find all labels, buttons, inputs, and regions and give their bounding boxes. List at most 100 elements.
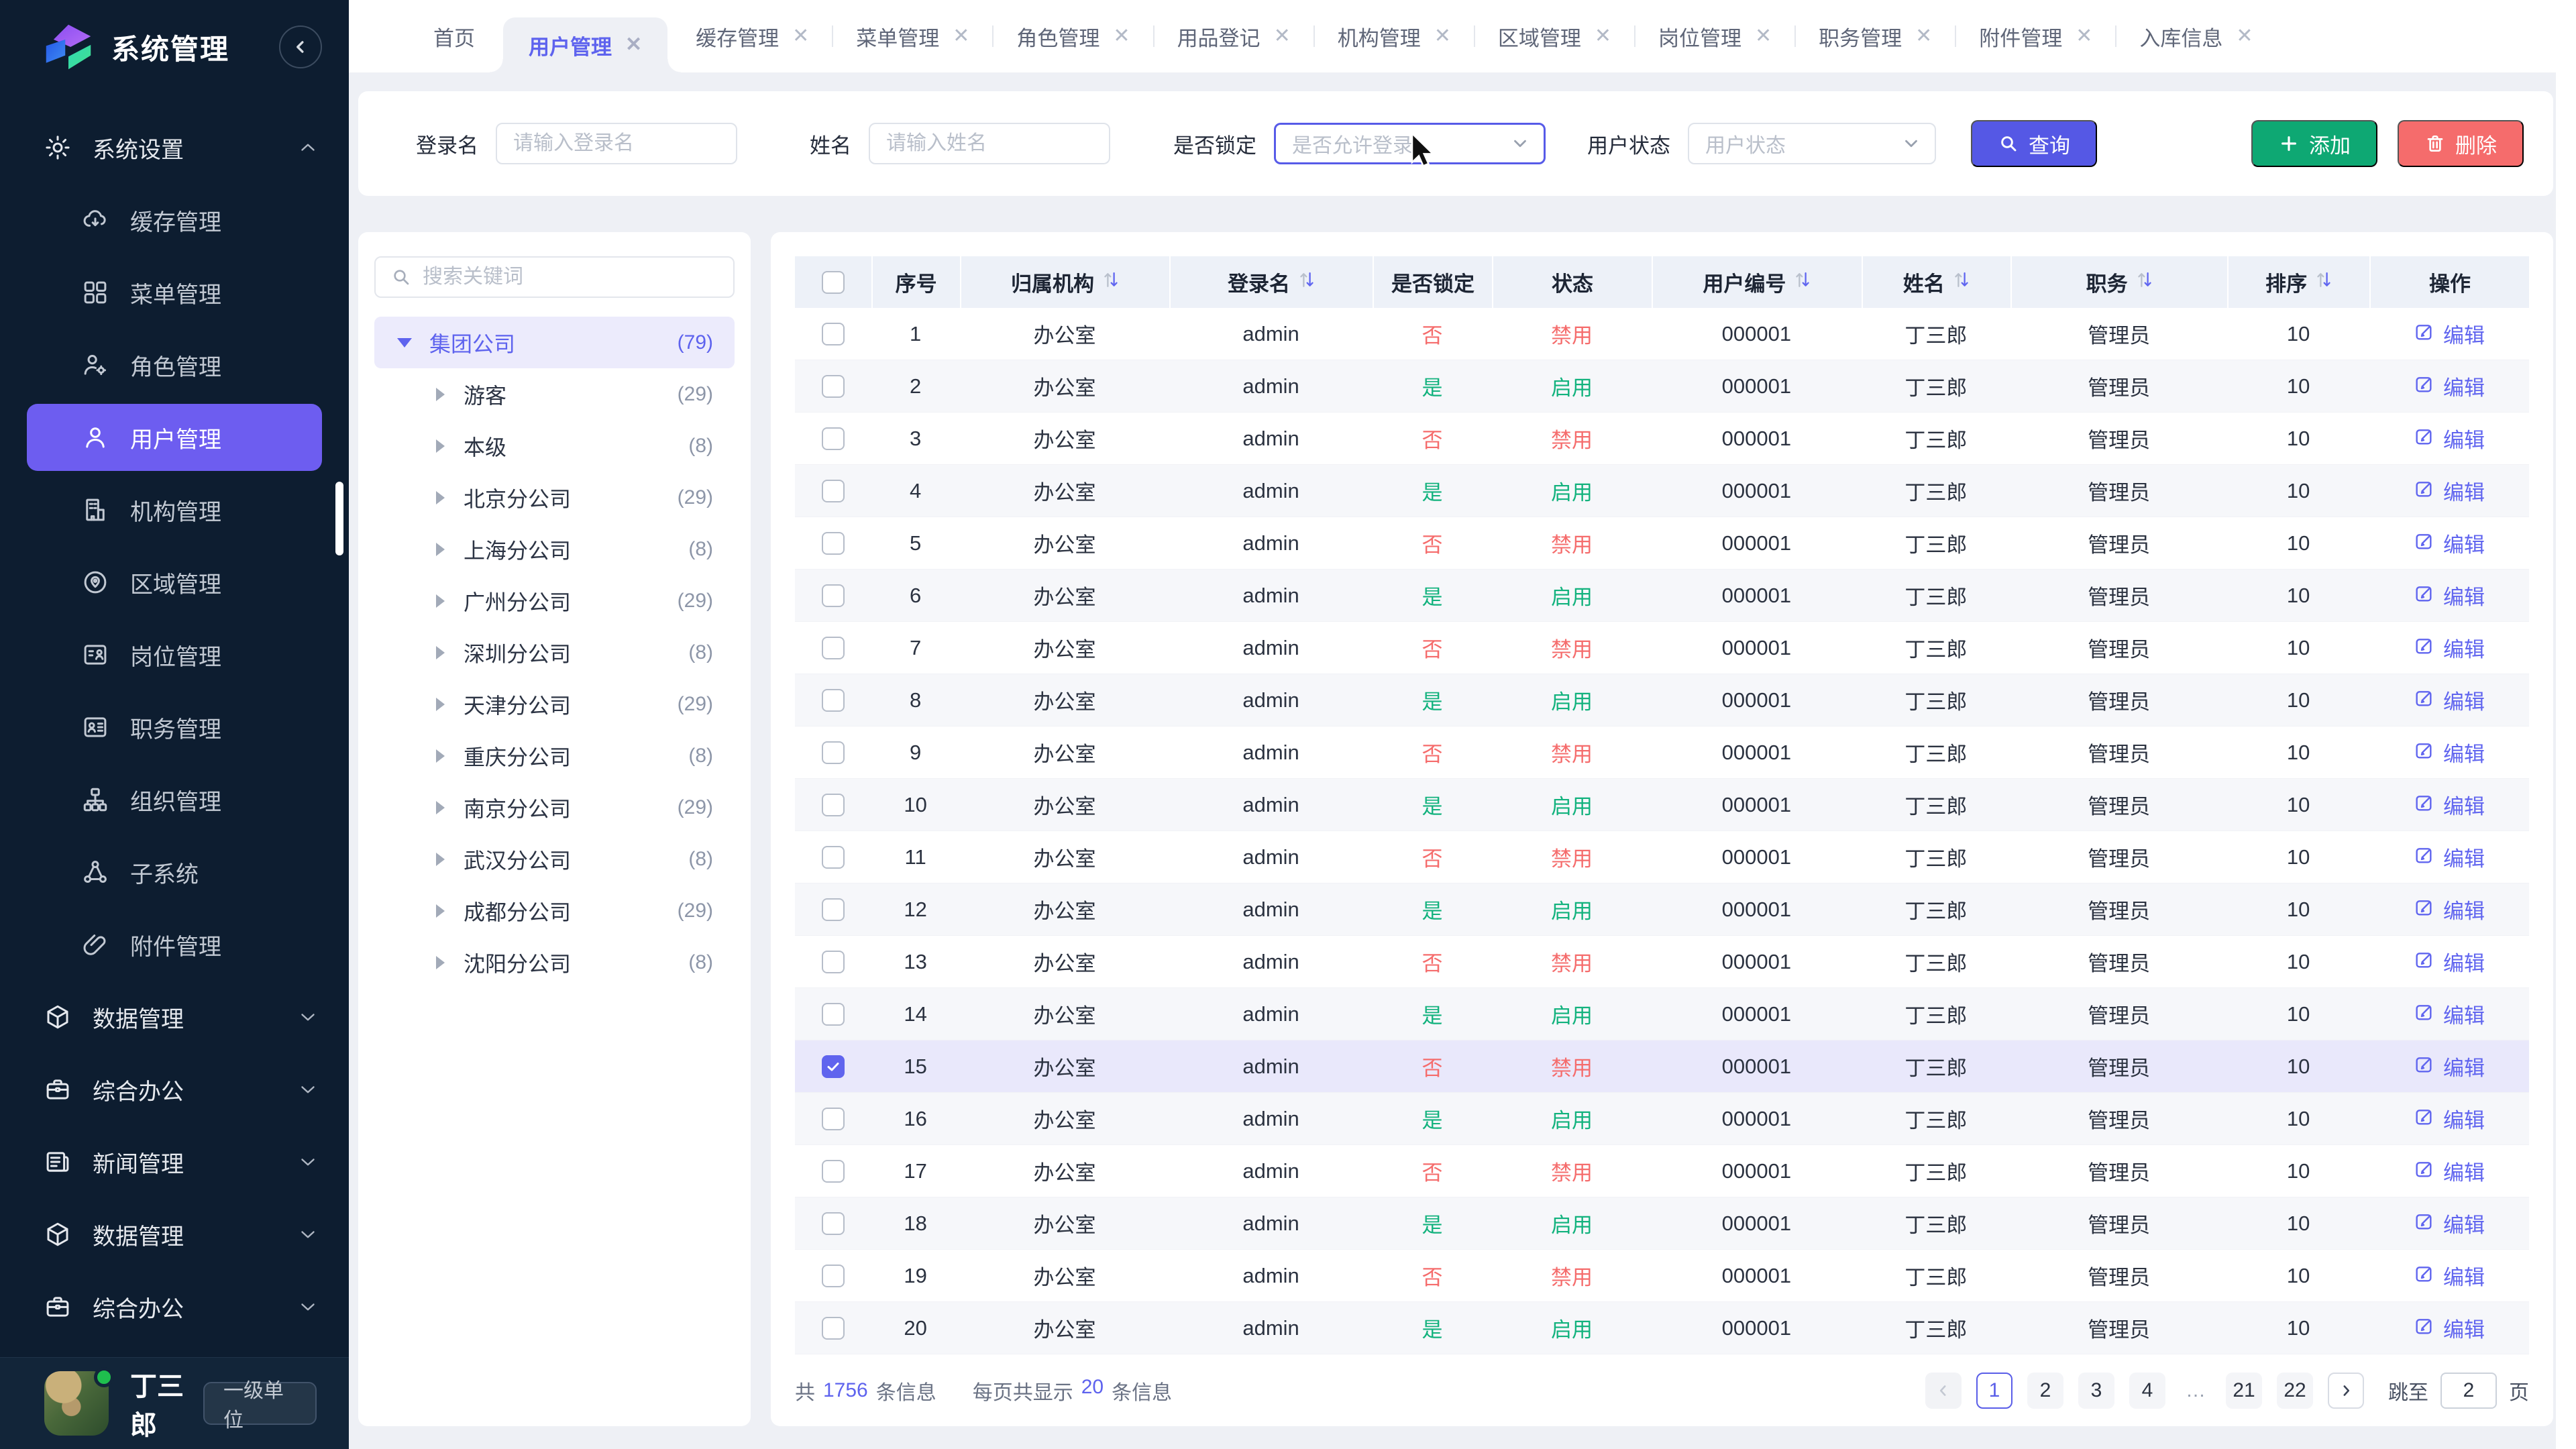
tab-用品登记[interactable]: 用品登记✕ bbox=[1155, 0, 1313, 72]
tab-岗位管理[interactable]: 岗位管理✕ bbox=[1635, 0, 1794, 72]
tab-附件管理[interactable]: 附件管理✕ bbox=[1956, 0, 2115, 72]
page-button-2[interactable]: 2 bbox=[2027, 1373, 2063, 1409]
tree-node-重庆分公司[interactable]: 重庆分公司(8) bbox=[374, 730, 735, 782]
row-checkbox[interactable] bbox=[822, 741, 845, 764]
row-checkbox[interactable] bbox=[822, 480, 845, 502]
sort-icon[interactable] bbox=[1102, 270, 1120, 295]
row-checkbox[interactable] bbox=[822, 427, 845, 450]
sidebar-section-系统设置[interactable]: 系统设置 bbox=[0, 111, 349, 184]
caret-right-icon[interactable] bbox=[436, 439, 445, 453]
page-button-21[interactable]: 21 bbox=[2226, 1373, 2262, 1409]
sidebar-item-子系统[interactable]: 子系统 bbox=[0, 836, 349, 908]
caret-right-icon[interactable] bbox=[436, 904, 445, 918]
tab-close-icon[interactable]: ✕ bbox=[1434, 26, 1451, 46]
row-checkbox[interactable] bbox=[822, 1055, 845, 1078]
edit-link[interactable]: 编辑 bbox=[2414, 685, 2485, 715]
select-all-checkbox[interactable] bbox=[822, 271, 845, 294]
tab-入库信息[interactable]: 入库信息✕ bbox=[2116, 0, 2275, 72]
edit-link[interactable]: 编辑 bbox=[2414, 790, 2485, 820]
table-row[interactable]: 4办公室admin是启用000001丁三郎管理员10编辑 bbox=[795, 465, 2529, 517]
tree-search-input[interactable] bbox=[423, 266, 718, 288]
tree-node-root[interactable]: 集团公司 (79) bbox=[374, 317, 735, 368]
edit-link[interactable]: 编辑 bbox=[2414, 423, 2485, 453]
query-button[interactable]: 查询 bbox=[1971, 120, 2097, 167]
edit-link[interactable]: 编辑 bbox=[2414, 737, 2485, 767]
table-row[interactable]: 12办公室admin是启用000001丁三郎管理员10编辑 bbox=[795, 883, 2529, 936]
table-row[interactable]: 14办公室admin是启用000001丁三郎管理员10编辑 bbox=[795, 988, 2529, 1040]
tab-close-icon[interactable]: ✕ bbox=[1915, 26, 1932, 46]
next-page-button[interactable] bbox=[2328, 1373, 2364, 1409]
tab-菜单管理[interactable]: 菜单管理✕ bbox=[833, 0, 992, 72]
tab-close-icon[interactable]: ✕ bbox=[953, 26, 969, 46]
sidebar-item-区域管理[interactable]: 区域管理 bbox=[0, 546, 349, 619]
column-label[interactable]: 职务 bbox=[2086, 267, 2128, 297]
page-button-1[interactable]: 1 bbox=[1976, 1373, 2012, 1409]
edit-link[interactable]: 编辑 bbox=[2414, 842, 2485, 872]
caret-right-icon[interactable] bbox=[436, 594, 445, 608]
sidebar-section-数据管理[interactable]: 数据管理 bbox=[0, 1198, 349, 1271]
login-name-input[interactable] bbox=[496, 123, 737, 164]
sidebar-section-综合办公[interactable]: 综合办公 bbox=[0, 1271, 349, 1343]
table-row[interactable]: 16办公室admin是启用000001丁三郎管理员10编辑 bbox=[795, 1093, 2529, 1145]
table-row[interactable]: 17办公室admin否禁用000001丁三郎管理员10编辑 bbox=[795, 1145, 2529, 1197]
tab-用户管理[interactable]: 用户管理✕ bbox=[503, 17, 667, 72]
name-input[interactable] bbox=[869, 123, 1110, 164]
table-row[interactable]: 5办公室admin否禁用000001丁三郎管理员10编辑 bbox=[795, 517, 2529, 570]
sidebar-item-组织管理[interactable]: 组织管理 bbox=[0, 763, 349, 836]
edit-link[interactable]: 编辑 bbox=[2414, 633, 2485, 663]
edit-link[interactable]: 编辑 bbox=[2414, 1156, 2485, 1186]
page-button-4[interactable]: 4 bbox=[2129, 1373, 2165, 1409]
caret-right-icon[interactable] bbox=[436, 853, 445, 866]
caret-right-icon[interactable] bbox=[436, 491, 445, 504]
tree-node-游客[interactable]: 游客(29) bbox=[374, 368, 735, 420]
page-scrollbar-track[interactable] bbox=[2556, 0, 2576, 1449]
edit-link[interactable]: 编辑 bbox=[2414, 528, 2485, 558]
tab-close-icon[interactable]: ✕ bbox=[1595, 26, 1611, 46]
edit-link[interactable]: 编辑 bbox=[2414, 947, 2485, 977]
tree-node-成都分公司[interactable]: 成都分公司(29) bbox=[374, 885, 735, 936]
column-label[interactable]: 姓名 bbox=[1903, 267, 1945, 297]
sort-icon[interactable] bbox=[1794, 270, 1811, 295]
table-row[interactable]: 13办公室admin否禁用000001丁三郎管理员10编辑 bbox=[795, 936, 2529, 988]
table-row[interactable]: 8办公室admin是启用000001丁三郎管理员10编辑 bbox=[795, 674, 2529, 727]
tab-close-icon[interactable]: ✕ bbox=[2076, 26, 2092, 46]
sidebar-item-附件管理[interactable]: 附件管理 bbox=[0, 908, 349, 981]
edit-link[interactable]: 编辑 bbox=[2414, 1104, 2485, 1134]
table-row[interactable]: 2办公室admin是启用000001丁三郎管理员10编辑 bbox=[795, 360, 2529, 413]
row-checkbox[interactable] bbox=[822, 1003, 845, 1026]
tree-node-北京分公司[interactable]: 北京分公司(29) bbox=[374, 472, 735, 523]
page-button-3[interactable]: 3 bbox=[2078, 1373, 2114, 1409]
page-button-22[interactable]: 22 bbox=[2277, 1373, 2313, 1409]
tab-close-icon[interactable]: ✕ bbox=[792, 26, 809, 46]
row-checkbox[interactable] bbox=[822, 637, 845, 659]
add-button[interactable]: 添加 bbox=[2251, 120, 2377, 167]
table-row[interactable]: 19办公室admin否禁用000001丁三郎管理员10编辑 bbox=[795, 1250, 2529, 1302]
edit-link[interactable]: 编辑 bbox=[2414, 319, 2485, 349]
sort-icon[interactable] bbox=[1298, 270, 1316, 295]
tree-node-沈阳分公司[interactable]: 沈阳分公司(8) bbox=[374, 936, 735, 988]
table-row[interactable]: 18办公室admin是启用000001丁三郎管理员10编辑 bbox=[795, 1197, 2529, 1250]
row-checkbox[interactable] bbox=[822, 1265, 845, 1287]
jump-page-input[interactable] bbox=[2440, 1373, 2497, 1409]
table-row[interactable]: 15办公室admin否禁用000001丁三郎管理员10编辑 bbox=[795, 1040, 2529, 1093]
sort-icon[interactable] bbox=[1953, 270, 1970, 295]
caret-right-icon[interactable] bbox=[436, 388, 445, 401]
edit-link[interactable]: 编辑 bbox=[2414, 894, 2485, 924]
tree-node-上海分公司[interactable]: 上海分公司(8) bbox=[374, 523, 735, 575]
edit-link[interactable]: 编辑 bbox=[2414, 1208, 2485, 1238]
tab-机构管理[interactable]: 机构管理✕ bbox=[1315, 0, 1474, 72]
sidebar-collapse-button[interactable] bbox=[279, 25, 322, 68]
table-row[interactable]: 20办公室admin是启用000001丁三郎管理员10编辑 bbox=[795, 1302, 2529, 1354]
row-checkbox[interactable] bbox=[822, 1317, 845, 1340]
sidebar-item-岗位管理[interactable]: 岗位管理 bbox=[0, 619, 349, 691]
caret-right-icon[interactable] bbox=[436, 749, 445, 763]
table-row[interactable]: 9办公室admin否禁用000001丁三郎管理员10编辑 bbox=[795, 727, 2529, 779]
tab-close-icon[interactable]: ✕ bbox=[2236, 26, 2253, 46]
table-row[interactable]: 7办公室admin否禁用000001丁三郎管理员10编辑 bbox=[795, 622, 2529, 674]
tab-首页[interactable]: 首页 bbox=[411, 0, 498, 72]
column-label[interactable]: 登录名 bbox=[1228, 267, 1290, 297]
tree-node-武汉分公司[interactable]: 武汉分公司(8) bbox=[374, 833, 735, 885]
tab-close-icon[interactable]: ✕ bbox=[625, 35, 642, 55]
edit-link[interactable]: 编辑 bbox=[2414, 1313, 2485, 1343]
table-row[interactable]: 1办公室admin否禁用000001丁三郎管理员10编辑 bbox=[795, 308, 2529, 360]
